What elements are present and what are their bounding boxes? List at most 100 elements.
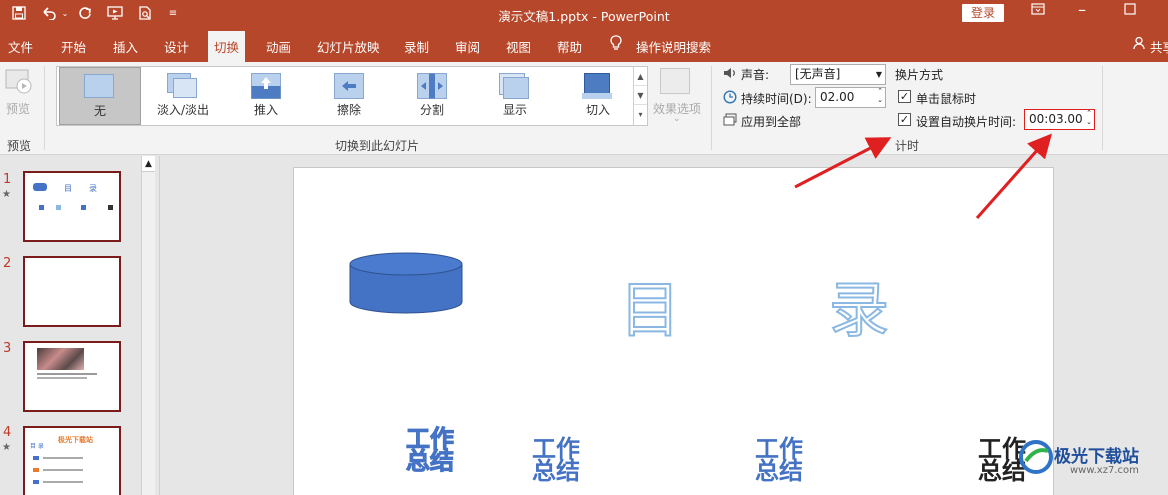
gallery-scroll[interactable]: ▲ ▼ ▾: [633, 67, 647, 125]
timing-group-label: 计时: [895, 139, 920, 153]
present-from-start-icon[interactable]: [106, 4, 124, 22]
cylinder-thumb: [33, 183, 47, 191]
minimize-icon[interactable]: –: [1078, 0, 1086, 19]
slide-number: 4: [3, 425, 12, 440]
thumb-word-mark: [81, 205, 86, 210]
redo-icon[interactable]: [76, 4, 94, 22]
transition-push[interactable]: 推入: [225, 67, 307, 125]
undo-icon[interactable]: [38, 4, 60, 22]
share-user-icon[interactable]: [1133, 36, 1147, 53]
on-click-checkbox[interactable]: ✓: [898, 90, 911, 103]
push-icon: [250, 73, 282, 99]
transition-none[interactable]: 无: [59, 67, 141, 125]
auto-after-spinner-icon[interactable]: ⌃ ⌄: [1086, 109, 1092, 127]
slide-thumbnail-pane: 1 ★ 目 录 2 3 4 ★ 极光下载站 目 录 ▲: [0, 156, 160, 495]
slide-thumbnail-1[interactable]: 目 录: [23, 171, 121, 242]
scroll-up-icon[interactable]: ▲: [142, 156, 155, 172]
slide-number: 3: [3, 341, 12, 356]
login-button[interactable]: 登录: [962, 4, 1004, 22]
group-separator: [44, 66, 45, 150]
advance-slide-header: 换片方式: [895, 68, 944, 82]
transition-fade[interactable]: 淡入/淡出: [142, 67, 224, 125]
duration-input[interactable]: 02.00 ⌃ ⌄: [815, 87, 886, 108]
thumb-bullet: [33, 456, 39, 460]
maximize-icon[interactable]: [1124, 3, 1136, 19]
slide-thumbnail-4[interactable]: 极光下载站 目 录: [23, 426, 121, 495]
thumb-photo: [37, 348, 84, 370]
tab-slideshow[interactable]: 幻灯片放映: [317, 37, 380, 56]
cylinder-shape[interactable]: [349, 252, 463, 316]
duration-label: 持续时间(D):: [741, 92, 812, 106]
duration-spinner-icon[interactable]: ⌃ ⌄: [877, 87, 883, 105]
on-click-label: 单击鼠标时: [916, 92, 977, 106]
transition-cut[interactable]: 切入: [557, 67, 639, 125]
watermark-logo: 极光下载站 www.xz7.com: [1018, 437, 1168, 487]
gallery-more-icon[interactable]: ▾: [634, 105, 647, 124]
clock-icon: [723, 90, 737, 107]
ribbon-tabs: 文件 开始 插入 设计 切换 动画 幻灯片放映 录制 审阅 视图 帮助 操作说明…: [0, 28, 1168, 62]
tab-file[interactable]: 文件: [8, 37, 33, 56]
auto-after-input[interactable]: 00:03.00 ⌃ ⌄: [1024, 109, 1095, 130]
transition-wipe[interactable]: 擦除: [308, 67, 390, 125]
slide-thumbnail-2[interactable]: [23, 256, 121, 327]
print-preview-icon[interactable]: [136, 4, 154, 22]
sound-value: [无声音]: [795, 67, 841, 81]
effect-options-dropdown-icon[interactable]: ⌄: [673, 114, 681, 124]
title-bar: ⌄ ≡ 演示文稿1.pptx - PowerPoint 登录 –: [0, 0, 1168, 28]
preview-icon[interactable]: [4, 68, 36, 100]
sound-select[interactable]: [无声音] ▼: [790, 64, 886, 85]
transition-label: 切入: [585, 103, 610, 117]
thumb-text-line: [37, 373, 97, 375]
transition-reveal[interactable]: 显示: [474, 67, 556, 125]
tab-record[interactable]: 录制: [404, 37, 429, 56]
apply-all-icon: [723, 113, 737, 130]
ribbon-display-options-icon[interactable]: [1031, 3, 1045, 19]
gallery-up-icon[interactable]: ▲: [634, 67, 647, 86]
thumb-text-line: [43, 481, 83, 483]
fade-icon: [167, 73, 199, 99]
work-summary-text[interactable]: 工作 总结: [751, 437, 807, 483]
transition-label: 推入: [253, 103, 278, 117]
tab-design[interactable]: 设计: [164, 37, 189, 56]
tab-transitions[interactable]: 切换: [208, 31, 246, 62]
wipe-icon: [333, 73, 365, 99]
thumbnail-scrollbar[interactable]: ▲: [141, 156, 155, 495]
ribbon-body: 预览 预览 无 淡入/淡出 推入 擦除 分割 显示 切入 ▲ ▼ ▾ 效果选项 …: [0, 62, 1168, 155]
gallery-down-icon[interactable]: ▼: [634, 86, 647, 105]
slide-thumbnail-3[interactable]: [23, 341, 121, 412]
thumb-text-line: [43, 469, 83, 471]
save-icon[interactable]: [10, 4, 28, 22]
preview-button[interactable]: 预览: [6, 100, 30, 117]
tab-help[interactable]: 帮助: [557, 37, 582, 56]
tell-me-search[interactable]: 操作说明搜索: [636, 37, 711, 56]
slide-heading-char[interactable]: 录: [828, 262, 890, 349]
tab-home[interactable]: 开始: [61, 37, 86, 56]
thumb-bullet: [33, 468, 39, 472]
tab-view[interactable]: 视图: [506, 37, 531, 56]
apply-to-all-button[interactable]: 应用到全部: [741, 113, 801, 130]
undo-dropdown-icon[interactable]: ⌄: [61, 4, 69, 22]
share-button[interactable]: 共享: [1150, 37, 1168, 56]
slide-heading-char[interactable]: 目: [619, 262, 681, 349]
effect-options-icon[interactable]: [660, 68, 692, 96]
sound-icon: [723, 67, 737, 82]
transition-gallery: 无 淡入/淡出 推入 擦除 分割 显示 切入 ▲ ▼ ▾: [56, 66, 648, 126]
auto-after-label: 设置自动换片时间:: [916, 115, 1017, 129]
tab-review[interactable]: 审阅: [455, 37, 480, 56]
slide-editor-canvas[interactable]: 目 录 工作 总结 工作 总结 工作 总结 工作 总结: [293, 167, 1054, 495]
work-summary-text[interactable]: 工作 总结: [528, 437, 584, 483]
thumb-word-mark: [56, 205, 61, 210]
watermark-url: www.xz7.com: [1070, 465, 1139, 476]
preview-group-label: 预览: [7, 139, 32, 153]
transition-split[interactable]: 分割: [391, 67, 473, 125]
tab-animations[interactable]: 动画: [266, 37, 291, 56]
work-summary-text[interactable]: 工作 总结: [402, 427, 458, 474]
tab-insert[interactable]: 插入: [113, 37, 138, 56]
customize-toolbar-icon[interactable]: ≡: [166, 4, 180, 22]
watermark-logo-icon: [1019, 440, 1053, 474]
animation-star-icon: ★: [2, 442, 11, 453]
lightbulb-icon[interactable]: [610, 35, 622, 54]
chevron-down-icon[interactable]: ▼: [876, 67, 882, 82]
auto-after-checkbox[interactable]: ✓: [898, 113, 911, 126]
thumb-heading: 目: [64, 184, 72, 193]
